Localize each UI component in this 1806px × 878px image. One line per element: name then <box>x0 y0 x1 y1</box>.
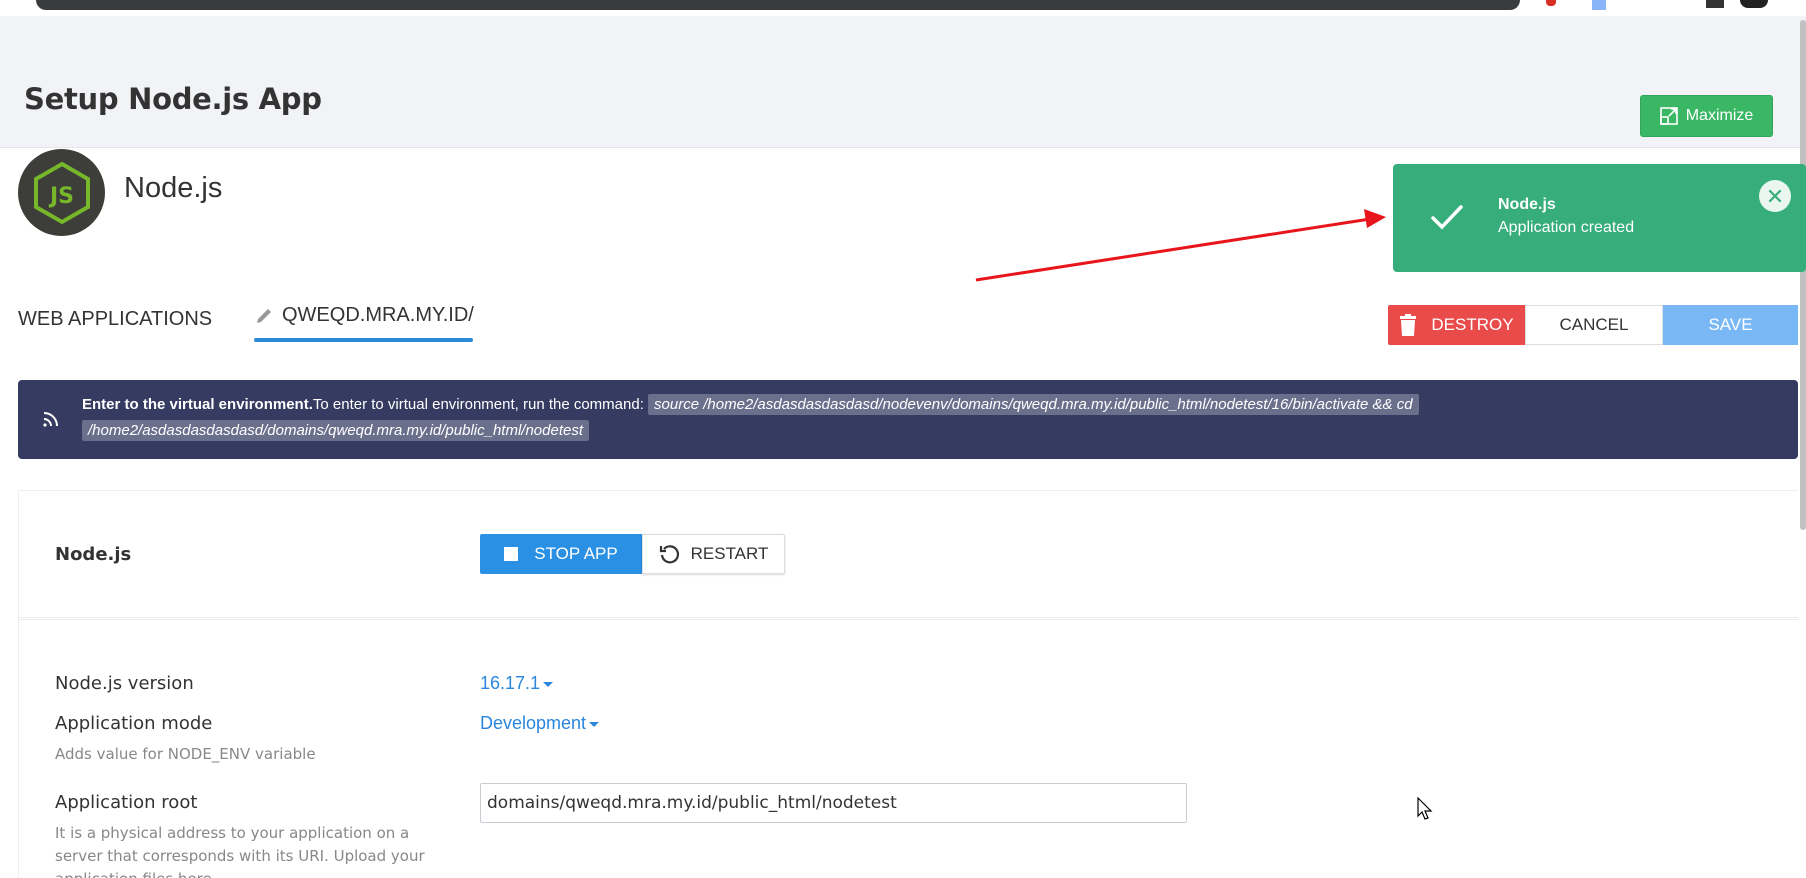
page-header: Setup Node.js App Maximize <box>0 16 1806 148</box>
save-button[interactable]: SAVE <box>1663 305 1798 345</box>
browser-chrome <box>0 0 1806 16</box>
env-banner-description: To enter to virtual environment, run the… <box>312 396 644 413</box>
version-dropdown[interactable]: 16.17.1 <box>480 673 554 694</box>
check-icon <box>1431 205 1463 230</box>
notification-toast: Node.js Application created <box>1393 164 1806 272</box>
mode-label: Application mode <box>55 713 213 734</box>
destroy-label: DESTROY <box>1431 315 1514 334</box>
cancel-button[interactable]: CANCEL <box>1525 305 1663 345</box>
virtual-env-banner: Enter to the virtual environment.To ente… <box>18 380 1798 459</box>
version-value: 16.17.1 <box>480 673 541 693</box>
rss-icon <box>43 412 58 427</box>
page-title: Setup Node.js App <box>24 82 322 116</box>
maximize-icon <box>1659 107 1678 125</box>
nodejs-logo: JS <box>18 149 105 236</box>
version-label: Node.js version <box>55 673 194 694</box>
destroy-button[interactable]: DESTROY <box>1388 305 1525 345</box>
mouse-cursor-icon <box>1417 797 1433 820</box>
controls-section-label: Node.js <box>55 544 132 565</box>
toast-message: Application created <box>1498 219 1635 236</box>
env-banner-heading: Enter to the virtual environment. <box>82 396 313 413</box>
caret-down-icon <box>589 722 600 727</box>
root-label: Application root <box>55 792 198 813</box>
mode-value: Development <box>480 713 587 733</box>
root-help: It is a physical address to your applica… <box>55 824 425 878</box>
restart-button[interactable]: RESTART <box>642 534 785 574</box>
address-bar[interactable] <box>36 0 1520 10</box>
env-banner-text: Enter to the virtual environment.To ente… <box>82 392 1542 444</box>
sidebar-icon[interactable] <box>1706 0 1724 8</box>
record-icon[interactable] <box>1546 0 1556 6</box>
tab-current-app-label: QWEQD.MRA.MY.ID/ <box>282 304 474 326</box>
restart-label: RESTART <box>690 544 769 563</box>
restart-icon <box>659 545 679 564</box>
root-input[interactable] <box>480 783 1187 823</box>
close-icon[interactable] <box>1759 180 1791 212</box>
toast-title: Node.js <box>1498 196 1556 213</box>
maximize-label: Maximize <box>1685 107 1754 124</box>
pencil-icon <box>257 308 271 323</box>
profile-avatar[interactable] <box>1740 0 1768 8</box>
stop-app-button[interactable]: STOP APP <box>480 534 642 574</box>
active-tab-indicator <box>254 338 473 342</box>
maximize-button[interactable]: Maximize <box>1640 95 1773 137</box>
card-divider <box>18 617 1798 620</box>
logo-text: JS <box>47 184 73 209</box>
extension-icon[interactable] <box>1592 0 1606 10</box>
tab-current-app[interactable]: QWEQD.MRA.MY.ID/ <box>254 304 474 338</box>
app-name: Node.js <box>124 172 223 204</box>
mode-dropdown[interactable]: Development <box>480 713 600 734</box>
stop-app-label: STOP APP <box>534 544 618 563</box>
trash-icon <box>1400 314 1417 336</box>
scrollbar-thumb[interactable] <box>1800 20 1806 530</box>
tab-web-applications[interactable]: WEB APPLICATIONS <box>18 308 212 331</box>
caret-down-icon <box>543 682 554 687</box>
mode-help: Adds value for NODE_ENV variable <box>55 745 316 763</box>
stop-icon <box>504 547 519 561</box>
